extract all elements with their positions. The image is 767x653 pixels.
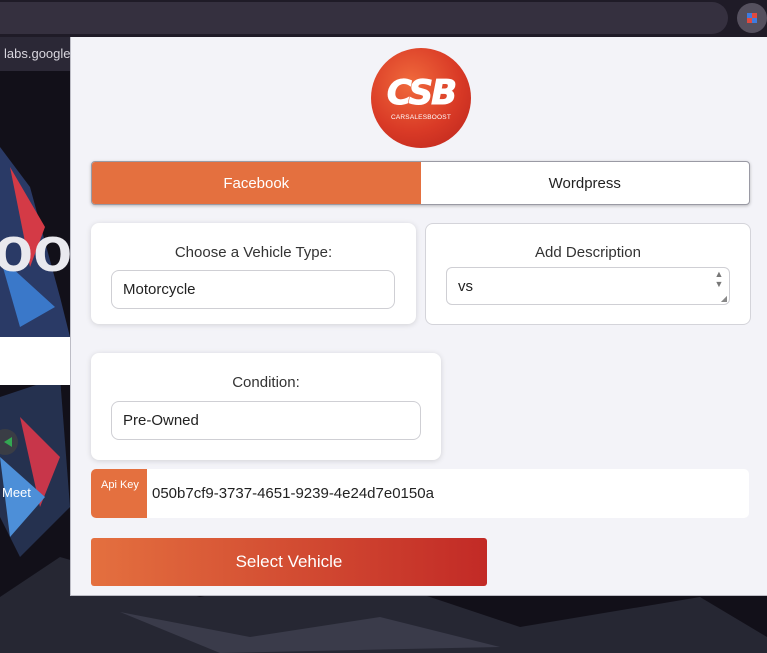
background-card [0,337,70,385]
carsalesboost-logo: CSB CARSALESBOOST [371,48,471,148]
url-text[interactable]: labs.google/ [0,37,72,71]
background-heading-fragment: oo [0,213,73,285]
browser-toolbar [0,0,767,37]
logo-mark: CSB [386,72,457,113]
description-textarea[interactable]: vs ▲ ▼ ◢ [446,267,730,305]
vehicle-type-card: Choose a Vehicle Type: Motorcycle [91,223,416,324]
condition-card: Condition: Pre-Owned [91,353,441,460]
address-bar[interactable] [0,2,728,34]
platform-tabs: Facebook Wordpress [91,161,750,205]
description-label: Add Description [535,244,641,261]
api-key-badge: Api Key [91,469,147,518]
tab-wordpress[interactable]: Wordpress [421,162,750,204]
api-key-input[interactable]: 050b7cf9-3737-4651-9239-4e24d7e0150a [147,485,434,502]
description-value: vs [458,278,473,295]
meet-label[interactable]: Meet [2,485,31,500]
scroll-up-arrow-icon[interactable]: ▲ [715,269,724,279]
resize-grip-icon[interactable]: ◢ [721,294,727,303]
vehicle-type-select[interactable]: Motorcycle [111,270,395,309]
vehicle-type-label: Choose a Vehicle Type: [174,244,333,261]
scroll-down-arrow-icon[interactable]: ▼ [715,279,724,289]
description-card: Add Description vs ▲ ▼ ◢ [425,223,751,325]
puzzle-extension-icon[interactable] [737,3,767,33]
logo-wordmark: CARSALESBOOST [390,113,452,121]
condition-select[interactable]: Pre-Owned [111,401,421,440]
api-key-row: Api Key 050b7cf9-3737-4651-9239-4e24d7e0… [91,469,749,518]
tab-facebook[interactable]: Facebook [92,162,421,204]
select-vehicle-button[interactable]: Select Vehicle [91,538,487,586]
condition-label: Condition: [232,374,300,391]
extension-popup: CSB CARSALESBOOST Facebook Wordpress Cho… [70,37,767,596]
